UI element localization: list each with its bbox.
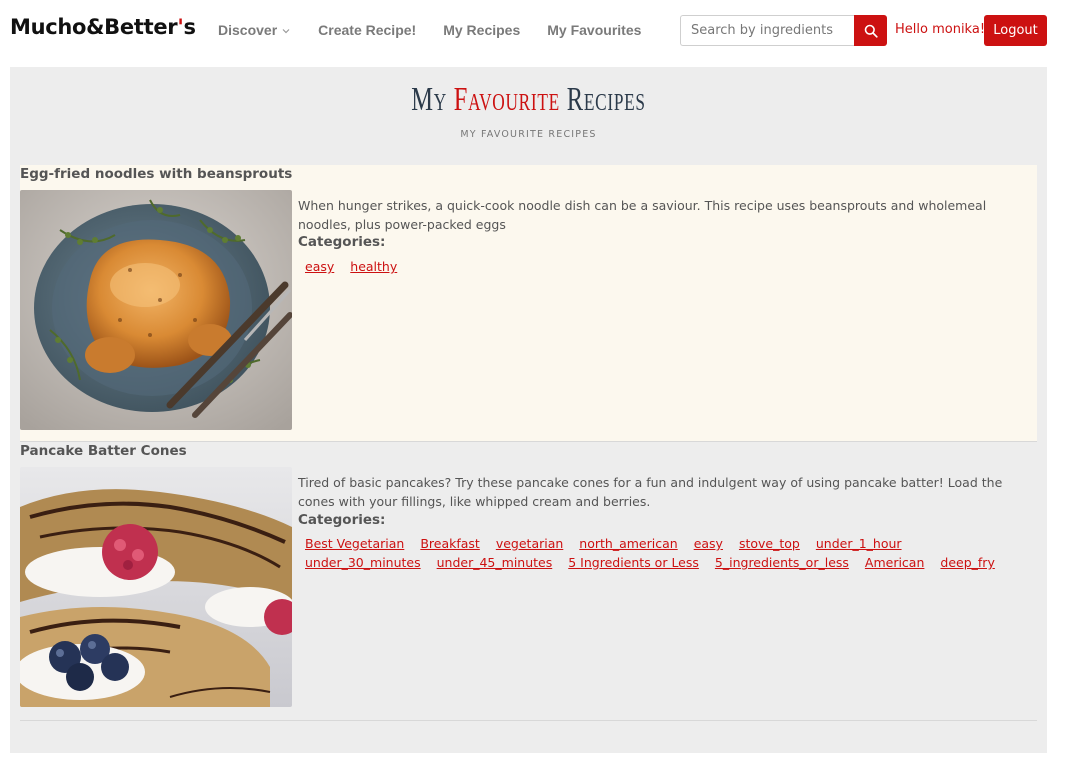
search-icon (864, 24, 878, 38)
category-link[interactable]: easy (694, 535, 723, 552)
nav-discover-label: Discover (218, 22, 278, 38)
category-link[interactable]: deep_fry (940, 554, 994, 571)
brand-name: Mucho&Better (10, 15, 178, 39)
chevron-down-icon (282, 29, 290, 34)
page-subtitle: MY FAVOURITE RECIPES (460, 129, 597, 140)
search-bar (680, 15, 887, 46)
category-link[interactable]: American (865, 554, 925, 571)
page-title: My Favourite Recipes (155, 81, 902, 119)
category-link[interactable]: 5 Ingredients or Less (568, 554, 699, 571)
category-link[interactable]: easy (305, 258, 334, 275)
page-title-accent: Favourite (453, 81, 560, 118)
roast-chicken-image (20, 190, 292, 430)
category-list: Best Vegetarian Breakfast vegetarian nor… (305, 535, 1030, 571)
top-navbar: Mucho&Better's Discover Create Recipe! M… (0, 0, 1067, 62)
nav-discover[interactable]: Discover (218, 22, 291, 38)
recipe-description: When hunger strikes, a quick-cook noodle… (298, 198, 987, 232)
recipe-card: Egg-fried noodles with beansprouts When … (20, 165, 1037, 442)
categories-label: Categories: (298, 512, 386, 528)
brand-suffix: s (183, 15, 196, 39)
nav-my-favourites[interactable]: My Favourites (547, 22, 641, 38)
category-link[interactable]: under_30_minutes (305, 554, 421, 571)
search-button[interactable] (854, 15, 887, 46)
recipe-description: Tired of basic pancakes? Try these panca… (298, 475, 1003, 509)
nav-my-recipes[interactable]: My Recipes (443, 22, 520, 38)
brand-logo[interactable]: Mucho&Better's (10, 15, 196, 39)
category-link[interactable]: 5_ingredients_or_less (715, 554, 849, 571)
category-list: easy healthy (305, 258, 1030, 275)
recipe-title[interactable]: Pancake Batter Cones (20, 443, 187, 459)
category-link[interactable]: Breakfast (420, 535, 480, 552)
recipe-image[interactable] (20, 190, 292, 430)
category-link[interactable]: north_american (579, 535, 677, 552)
logout-button[interactable]: Logout (984, 15, 1047, 46)
category-link[interactable]: stove_top (739, 535, 800, 552)
recipe-card: Pancake Batter Cones Tired of basic panc… (20, 442, 1037, 721)
nav-create-recipe[interactable]: Create Recipe! (318, 22, 416, 38)
category-link[interactable]: under_1_hour (816, 535, 902, 552)
page-title-part2: Recipes (559, 81, 646, 118)
category-link[interactable]: under_45_minutes (437, 554, 553, 571)
user-greeting: Hello monika! (895, 22, 986, 37)
page-title-part1: My (411, 81, 454, 118)
category-link[interactable]: vegetarian (496, 535, 563, 552)
search-input[interactable] (680, 15, 854, 46)
category-link[interactable]: healthy (350, 258, 397, 275)
recipe-title[interactable]: Egg-fried noodles with beansprouts (20, 166, 292, 182)
pancake-cones-image (20, 467, 292, 707)
category-link[interactable]: Best Vegetarian (305, 535, 404, 552)
nav-links: Discover Create Recipe! My Recipes My Fa… (218, 22, 641, 38)
favourites-panel: My Favourite Recipes MY FAVOURITE RECIPE… (10, 67, 1047, 753)
recipe-image[interactable] (20, 467, 292, 707)
categories-label: Categories: (298, 234, 386, 250)
